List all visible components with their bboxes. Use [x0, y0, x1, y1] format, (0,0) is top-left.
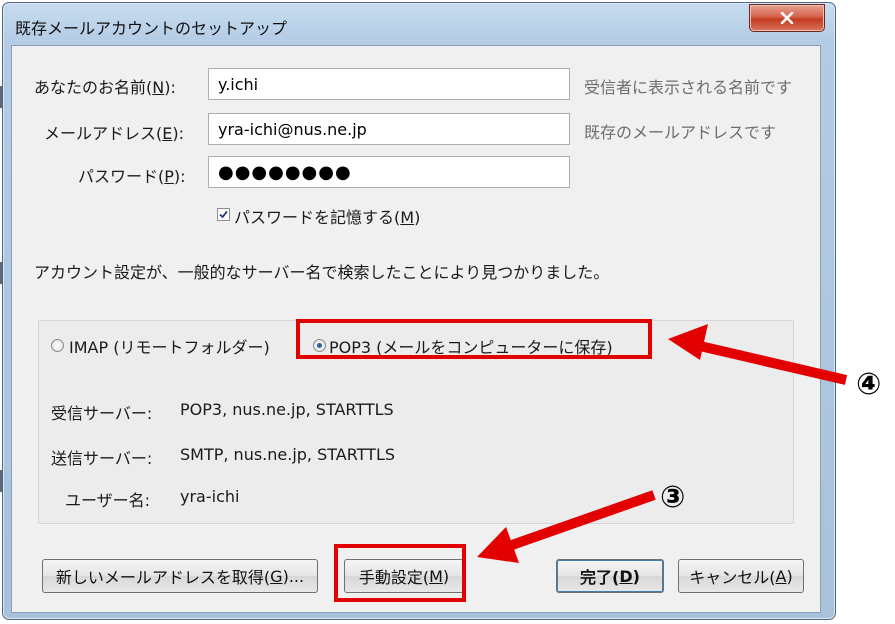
password-input[interactable]: ●●●●●●●●	[208, 156, 570, 188]
email-input[interactable]: yra-ichi@nus.ne.jp	[208, 113, 570, 145]
close-icon	[780, 12, 794, 24]
dialog-window: 既存メールアカウントのセットアップ あなたのお名前(N): y.ichi 受信者…	[2, 2, 836, 620]
manual-config-highlight-box	[334, 544, 466, 602]
imap-label[interactable]: IMAP (リモートフォルダー)	[69, 334, 270, 358]
pop3-highlight-box	[296, 319, 652, 359]
checkmark-icon	[219, 210, 228, 219]
outgoing-server-value: SMTP, nus.ne.jp, STARTTLS	[180, 445, 396, 464]
incoming-server-label: 受信サーバー:	[51, 404, 153, 423]
password-input-value: ●●●●●●●●	[218, 161, 352, 183]
get-new-address-button[interactable]: 新しいメールアドレスを取得(G)...	[42, 559, 318, 593]
name-input[interactable]: y.ichi	[208, 68, 570, 100]
username-value: yra-ichi	[180, 487, 240, 506]
status-message: アカウント設定が、一般的なサーバー名で検索したことにより見つかりました。	[34, 263, 610, 282]
done-button[interactable]: 完了(D)	[556, 559, 664, 593]
remember-password-checkbox[interactable]	[217, 208, 230, 221]
email-input-value: yra-ichi@nus.ne.jp	[218, 119, 367, 139]
incoming-server-value: POP3, nus.ne.jp, STARTTLS	[180, 400, 394, 419]
imap-radio[interactable]	[51, 339, 64, 352]
name-hint: 受信者に表示される名前です	[584, 78, 793, 97]
email-label: メールアドレス(E):	[44, 124, 184, 143]
email-hint: 既存のメールアドレスです	[584, 123, 777, 142]
step-3-marker: ③	[660, 480, 686, 515]
name-input-value: y.ichi	[218, 74, 259, 94]
remember-password-label[interactable]: パスワードを記憶する(M)	[234, 204, 420, 228]
close-button[interactable]	[749, 4, 825, 32]
name-label: あなたのお名前(N):	[34, 78, 176, 97]
step-4-marker: ④	[856, 367, 882, 402]
dialog-title: 既存メールアカウントのセットアップ	[15, 19, 288, 38]
outgoing-server-label: 送信サーバー:	[51, 449, 153, 468]
password-label: パスワード(P):	[78, 167, 186, 186]
username-label: ユーザー名:	[65, 491, 151, 510]
cancel-button[interactable]: キャンセル(A)	[678, 559, 804, 593]
